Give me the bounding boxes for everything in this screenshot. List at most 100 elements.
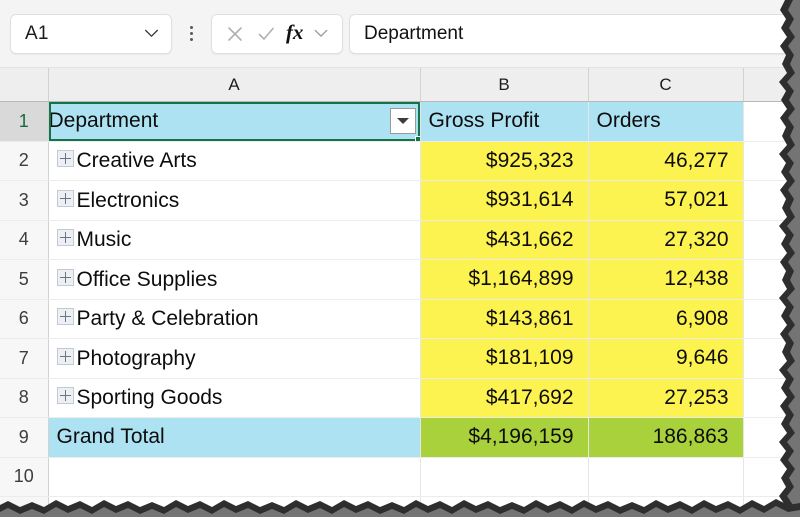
- row-header-1[interactable]: 1: [0, 102, 48, 142]
- table-row: 3 Electronics $931,614 57,021: [0, 181, 800, 221]
- cell-c9[interactable]: 186,863: [588, 418, 743, 458]
- column-header-c[interactable]: C: [588, 68, 743, 102]
- chevron-down-icon[interactable]: [144, 29, 159, 38]
- kebab-dot: [190, 26, 193, 29]
- table-row: 11: [0, 497, 800, 517]
- confirm-checkmark-icon[interactable]: [256, 24, 276, 44]
- expand-plus-icon[interactable]: [57, 229, 74, 246]
- cell-a7[interactable]: Photography: [48, 339, 420, 379]
- kebab-dot: [190, 38, 193, 41]
- row-header-2[interactable]: 2: [0, 141, 48, 181]
- cell-d8[interactable]: [743, 378, 800, 418]
- cell-b8[interactable]: $417,692: [420, 378, 588, 418]
- cell-a11[interactable]: [48, 497, 420, 517]
- cell-d2[interactable]: [743, 141, 800, 181]
- cell-a4-value: Music: [77, 229, 132, 250]
- row-header-5[interactable]: 5: [0, 260, 48, 300]
- cell-b4[interactable]: $431,662: [420, 220, 588, 260]
- row-header-6[interactable]: 6: [0, 299, 48, 339]
- column-header-row: A B C: [0, 68, 800, 102]
- cell-d3[interactable]: [743, 181, 800, 221]
- expand-plus-icon[interactable]: [57, 387, 74, 404]
- cell-a3[interactable]: Electronics: [48, 181, 420, 221]
- expand-plus-icon[interactable]: [57, 269, 74, 286]
- cell-b9[interactable]: $4,196,159: [420, 418, 588, 458]
- cell-b2[interactable]: $925,323: [420, 141, 588, 181]
- cell-a6-value: Party & Celebration: [77, 308, 259, 329]
- cell-c2[interactable]: 46,277: [588, 141, 743, 181]
- row-header-11[interactable]: 11: [0, 497, 48, 517]
- row-header-3[interactable]: 3: [0, 181, 48, 221]
- cell-c5[interactable]: 12,438: [588, 260, 743, 300]
- cell-a9[interactable]: Grand Total: [48, 418, 420, 458]
- selection-fill-handle[interactable]: [415, 136, 421, 142]
- cell-c11[interactable]: [588, 497, 743, 517]
- table-row: 1 Department Gross Profit Orders: [0, 102, 800, 142]
- cell-d4[interactable]: [743, 220, 800, 260]
- formula-input[interactable]: Department: [349, 14, 800, 54]
- cell-d5[interactable]: [743, 260, 800, 300]
- cell-d11[interactable]: [743, 497, 800, 517]
- cell-b5[interactable]: $1,164,899: [420, 260, 588, 300]
- row-header-10[interactable]: 10: [0, 457, 48, 497]
- cell-a1-value: Department: [49, 109, 159, 132]
- row-header-4[interactable]: 4: [0, 220, 48, 260]
- expand-plus-icon[interactable]: [57, 308, 74, 325]
- cell-d6[interactable]: [743, 299, 800, 339]
- expand-plus-icon[interactable]: [57, 190, 74, 207]
- cell-b10[interactable]: [420, 457, 588, 497]
- cell-c6[interactable]: 6,908: [588, 299, 743, 339]
- cell-c4[interactable]: 27,320: [588, 220, 743, 260]
- formula-action-group: fx: [211, 14, 343, 54]
- cell-a8-value: Sporting Goods: [77, 387, 223, 408]
- table-row: 8 Sporting Goods $417,692 27,253: [0, 378, 800, 418]
- name-box-value: A1: [25, 23, 49, 45]
- cell-a5[interactable]: Office Supplies: [48, 260, 420, 300]
- cell-b7[interactable]: $181,109: [420, 339, 588, 379]
- table-row: 2 Creative Arts $925,323 46,277: [0, 141, 800, 181]
- expand-plus-icon[interactable]: [57, 348, 74, 365]
- sheet-grid[interactable]: A B C 1 Department Gross Profit Orders 2: [0, 68, 800, 517]
- cell-c1[interactable]: Orders: [588, 102, 743, 142]
- cell-c8[interactable]: 27,253: [588, 378, 743, 418]
- cell-a10[interactable]: [48, 457, 420, 497]
- cell-d10[interactable]: [743, 457, 800, 497]
- column-header-b[interactable]: B: [420, 68, 588, 102]
- cell-a8[interactable]: Sporting Goods: [48, 378, 420, 418]
- column-header-d[interactable]: [743, 68, 800, 102]
- table-row: 4 Music $431,662 27,320: [0, 220, 800, 260]
- cell-a1[interactable]: Department: [48, 102, 420, 142]
- cell-d1[interactable]: [743, 102, 800, 142]
- cell-c10[interactable]: [588, 457, 743, 497]
- cell-a2[interactable]: Creative Arts: [48, 141, 420, 181]
- table-row: 10: [0, 457, 800, 497]
- cell-b1[interactable]: Gross Profit: [420, 102, 588, 142]
- kebab-dot: [190, 32, 193, 35]
- table-row: 6 Party & Celebration $143,861 6,908: [0, 299, 800, 339]
- select-all-corner[interactable]: [0, 68, 48, 102]
- row-header-7[interactable]: 7: [0, 339, 48, 379]
- name-box[interactable]: A1: [10, 14, 172, 54]
- cell-a7-value: Photography: [77, 348, 196, 369]
- filter-dropdown-icon[interactable]: [390, 108, 416, 134]
- cell-a2-value: Creative Arts: [77, 150, 197, 171]
- fx-icon[interactable]: fx: [286, 22, 304, 45]
- cell-b3[interactable]: $931,614: [420, 181, 588, 221]
- column-header-a[interactable]: A: [48, 68, 420, 102]
- cell-c3[interactable]: 57,021: [588, 181, 743, 221]
- formula-bar-strip: A1 fx: [0, 0, 800, 68]
- cell-a4[interactable]: Music: [48, 220, 420, 260]
- cell-d9[interactable]: [743, 418, 800, 458]
- chevron-down-icon[interactable]: [314, 29, 329, 38]
- cell-a6[interactable]: Party & Celebration: [48, 299, 420, 339]
- table-row: 5 Office Supplies $1,164,899 12,438: [0, 260, 800, 300]
- cell-b6[interactable]: $143,861: [420, 299, 588, 339]
- more-options-icon[interactable]: [179, 14, 203, 54]
- row-header-9[interactable]: 9: [0, 418, 48, 458]
- expand-plus-icon[interactable]: [57, 150, 74, 167]
- row-header-8[interactable]: 8: [0, 378, 48, 418]
- cell-b11[interactable]: [420, 497, 588, 517]
- cell-c7[interactable]: 9,646: [588, 339, 743, 379]
- cancel-icon[interactable]: [225, 24, 245, 44]
- cell-d7[interactable]: [743, 339, 800, 379]
